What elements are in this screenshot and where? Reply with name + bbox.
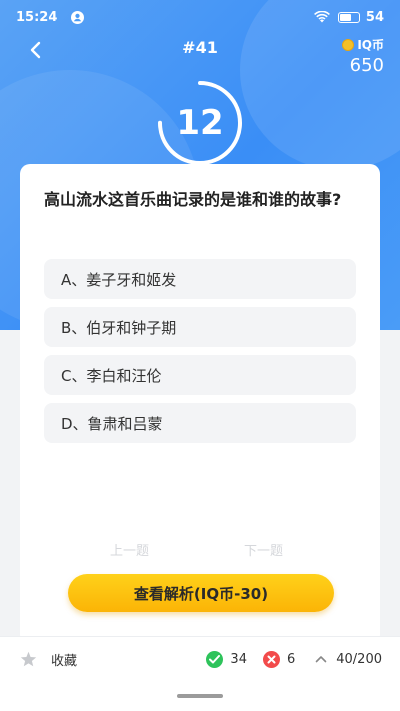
- question-card: 高山流水这首乐曲记录的是谁和谁的故事? A、姜子牙和姬发 B、伯牙和钟子期 C、…: [20, 164, 380, 644]
- wifi-icon: [313, 11, 330, 23]
- battery-level: 54: [365, 9, 384, 25]
- option-c[interactable]: C、李白和汪伦: [44, 355, 356, 395]
- answer-stats: 34 6 40/200: [194, 637, 382, 681]
- question-text: 高山流水这首乐曲记录的是谁和谁的故事?: [44, 190, 342, 209]
- status-bar: 15:24 54: [0, 0, 400, 34]
- next-question-button[interactable]: 下一题: [244, 540, 283, 559]
- check-icon: [206, 650, 224, 668]
- coin-label: IQ币: [357, 38, 384, 52]
- status-time: 15:24: [16, 9, 58, 25]
- question-number: #41: [182, 38, 218, 57]
- correct-count-value: 34: [230, 651, 247, 667]
- option-a[interactable]: A、姜子牙和姬发: [44, 259, 356, 299]
- coin-value: 650: [349, 55, 384, 76]
- prev-question-button[interactable]: 上一题: [110, 540, 149, 559]
- chevron-up-icon: [315, 656, 327, 663]
- progress-toggle[interactable]: 40/200: [315, 652, 382, 667]
- top-nav: #41 IQ币 650: [0, 34, 400, 76]
- cross-icon: [262, 650, 280, 668]
- option-d[interactable]: D、鲁肃和吕蒙: [44, 403, 356, 443]
- wrong-count: 6: [262, 650, 296, 668]
- countdown-timer: 12: [155, 78, 245, 168]
- favorite-label: 收藏: [51, 653, 78, 669]
- account-circle-icon: [71, 10, 85, 24]
- star-icon: [20, 651, 37, 667]
- progress-count: 40/200: [336, 651, 382, 667]
- correct-count: 34: [206, 650, 247, 668]
- wrong-count-value: 6: [286, 651, 296, 667]
- bottom-bar: 收藏 34 6 40/200: [0, 636, 400, 680]
- battery-icon: 54: [337, 9, 384, 25]
- timer-seconds: 12: [176, 103, 224, 143]
- favorite-button[interactable]: 收藏: [20, 637, 77, 681]
- option-b[interactable]: B、伯牙和钟子期: [44, 307, 356, 347]
- coin-icon: [342, 38, 355, 51]
- coin-balance: IQ币 650: [342, 36, 384, 76]
- view-analysis-button[interactable]: 查看解析(IQ币-30): [68, 574, 334, 612]
- home-indicator[interactable]: [177, 694, 223, 698]
